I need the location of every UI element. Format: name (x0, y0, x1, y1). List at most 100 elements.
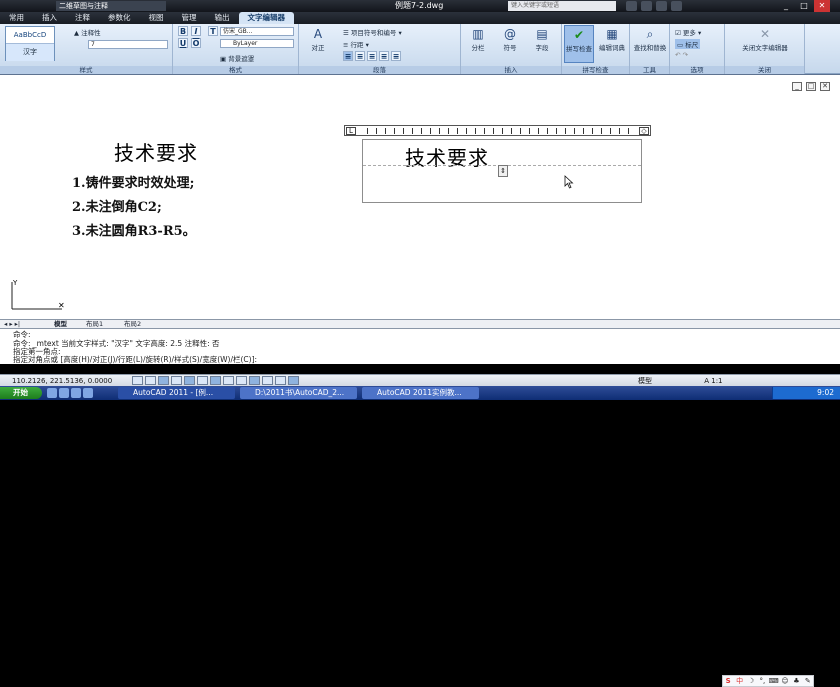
media-icon[interactable] (83, 388, 93, 398)
justify-button[interactable]: A 对正 (303, 25, 333, 52)
font-icon: T (208, 26, 218, 36)
selection-cycling-icon[interactable] (288, 376, 299, 385)
italic-button[interactable]: I (191, 26, 201, 36)
align-left-icon[interactable]: ≡ (343, 51, 353, 61)
taskbar-tutorial-window[interactable]: AutoCAD 2011实例教... (362, 387, 479, 399)
star-icon[interactable] (671, 1, 682, 11)
osnap-icon[interactable] (184, 376, 195, 385)
taskbar-autocad-window[interactable]: AutoCAD 2011 - [例... (118, 387, 235, 399)
command-window[interactable]: 命令: 命令: _mtext 当前文字样式: "汉字" 文字高度: 2.5 注释… (0, 328, 840, 687)
bullets-button[interactable]: ☰ 项目符号和编号 ▾ (343, 27, 402, 37)
tab-annotate[interactable]: 注释 (66, 12, 99, 24)
punctuation-icon[interactable]: °, (757, 677, 767, 686)
drawing-item-3: 3.未注圆角R3-R5。 (72, 224, 196, 239)
mtext-editor-box[interactable]: 技术要求 ⇕ (362, 139, 642, 203)
tools-icon[interactable]: ✎ (803, 677, 813, 686)
bold-button[interactable]: B (178, 26, 188, 36)
ruler-toggle[interactable]: ▭ 标尺 (675, 39, 701, 49)
workspace-selector[interactable]: 二维草图与注释 (56, 1, 166, 11)
help-search-input[interactable]: 键入关键字或短语 (508, 1, 616, 11)
dyn-icon[interactable] (236, 376, 247, 385)
ime-toolbar[interactable]: S 中 ☽ °, ⌨ ☺ ♣ ✎ (722, 675, 814, 687)
otrack-icon[interactable] (210, 376, 221, 385)
shirt-icon[interactable]: ♣ (791, 677, 801, 686)
ducs-icon[interactable] (223, 376, 234, 385)
ruler-width-handle-icon[interactable]: ◇ (639, 127, 649, 135)
quick-props-icon[interactable] (275, 376, 286, 385)
options-panel: ☑ 更多 ▾ ▭ 标尺 ↶ ↷ 选项 (670, 24, 725, 74)
overline-button[interactable]: O (191, 38, 201, 48)
3d-osnap-icon[interactable] (197, 376, 208, 385)
text-style-gallery[interactable]: AaBbCcD 汉字 (5, 26, 55, 61)
tab-manage[interactable]: 管理 (173, 12, 206, 24)
user-icon[interactable]: ☺ (780, 677, 790, 686)
quick-launch (47, 388, 93, 398)
align-center-icon[interactable]: ≡ (355, 51, 365, 61)
text-editor-ruler[interactable]: L ◇ (344, 125, 651, 136)
desktop-icon[interactable] (71, 388, 81, 398)
mtext-editor-content[interactable]: 技术要求 (405, 142, 489, 171)
lineweight-icon[interactable] (249, 376, 260, 385)
find-replace-button[interactable]: ⌕ 查找和替换 (633, 25, 667, 52)
mouse-cursor-icon (564, 175, 574, 189)
tab-home[interactable]: 常用 (0, 12, 33, 24)
subscription-icon[interactable] (641, 1, 652, 11)
tab-view[interactable]: 视图 (140, 12, 173, 24)
communication-icon[interactable] (656, 1, 667, 11)
binoculars-icon[interactable] (626, 1, 637, 11)
tab-text-editor[interactable]: 文字编辑器 (238, 12, 294, 24)
underline-button[interactable]: U (178, 38, 188, 48)
minimize-window-button[interactable]: _ (778, 0, 794, 12)
more-button[interactable]: ☑ 更多 ▾ (675, 27, 701, 37)
ruler-left-tab-icon[interactable]: L (346, 127, 356, 135)
spellcheck-button[interactable]: ✔ 拼写检查 (564, 25, 594, 63)
polar-icon[interactable] (171, 376, 182, 385)
start-button[interactable]: 开始 (0, 387, 42, 399)
command-input-line[interactable]: 指定对角点或 [高度(H)/对正(J)/行距(L)/旋转(R)/样式(S)/宽度… (13, 355, 257, 364)
columns-button[interactable]: ▥ 分栏 (465, 25, 491, 52)
editor-resize-handle-icon[interactable]: ⇕ (498, 165, 508, 177)
ucs-icon: Y ✕ (11, 279, 65, 310)
drawing-close-button[interactable]: ✕ (820, 82, 830, 91)
model-space-button[interactable]: 模型 (638, 377, 652, 385)
tab-output[interactable]: 输出 (206, 12, 239, 24)
snap-icon[interactable] (132, 376, 143, 385)
taskbar-folder-window[interactable]: D:\2011书\AutoCAD_2... (240, 387, 357, 399)
tab-insert[interactable]: 插入 (33, 12, 66, 24)
line-spacing-button[interactable]: ≡ 行距 ▾ (343, 39, 369, 49)
keyboard-icon[interactable]: ⌨ (769, 677, 779, 686)
font-dropdown[interactable]: 仿宋_GB... (220, 27, 294, 36)
undo-redo-icons[interactable]: ↶ ↷ (675, 51, 688, 59)
restore-window-button[interactable]: □ (796, 0, 812, 12)
ortho-icon[interactable] (158, 376, 169, 385)
align-distribute-icon[interactable]: ≡ (391, 51, 401, 61)
annotative-toggle[interactable]: ▲ 注释性 (74, 27, 101, 37)
chinese-mode-icon[interactable]: 中 (734, 677, 744, 686)
align-right-icon[interactable]: ≡ (367, 51, 377, 61)
grid-icon[interactable] (145, 376, 156, 385)
moon-icon[interactable]: ☽ (746, 677, 756, 686)
align-justify-icon[interactable]: ≡ (379, 51, 389, 61)
text-height-field[interactable]: 7 (88, 40, 168, 49)
close-window-button[interactable]: ✕ (814, 0, 830, 12)
ruler-ticks (367, 128, 637, 134)
close-text-editor-button[interactable]: ✕ 关闭文字编辑器 (727, 25, 803, 52)
explorer-icon[interactable] (47, 388, 57, 398)
sogou-icon[interactable]: S (723, 677, 733, 686)
color-dropdown[interactable]: ByLayer (220, 39, 294, 48)
drawing-minimize-button[interactable]: _ (792, 82, 802, 91)
close-panel: ✕ 关闭文字编辑器 关闭 (725, 24, 805, 74)
background-mask-button[interactable]: ▣ 背景遮罩 (220, 53, 254, 63)
edit-dictionary-button[interactable]: ▦ 编辑词典 (597, 25, 627, 52)
transparency-icon[interactable] (262, 376, 273, 385)
ribbon-panels: AaBbCcD 汉字 ▲ 注释性 7 样式 B I T 仿宋_GB... U O… (0, 24, 840, 74)
style-preview-hanzi[interactable]: 汉字 (6, 44, 54, 61)
drawing-restore-button[interactable]: □ (806, 82, 816, 91)
symbol-button[interactable]: @ 符号 (497, 25, 523, 52)
style-preview-standard[interactable]: AaBbCcD (6, 27, 54, 44)
annotation-scale[interactable]: A 1:1 (704, 377, 722, 385)
ie-icon[interactable] (59, 388, 69, 398)
clock[interactable]: 9:02 (817, 387, 834, 399)
tab-parametric[interactable]: 参数化 (99, 12, 140, 24)
field-button[interactable]: ▤ 字段 (529, 25, 555, 52)
